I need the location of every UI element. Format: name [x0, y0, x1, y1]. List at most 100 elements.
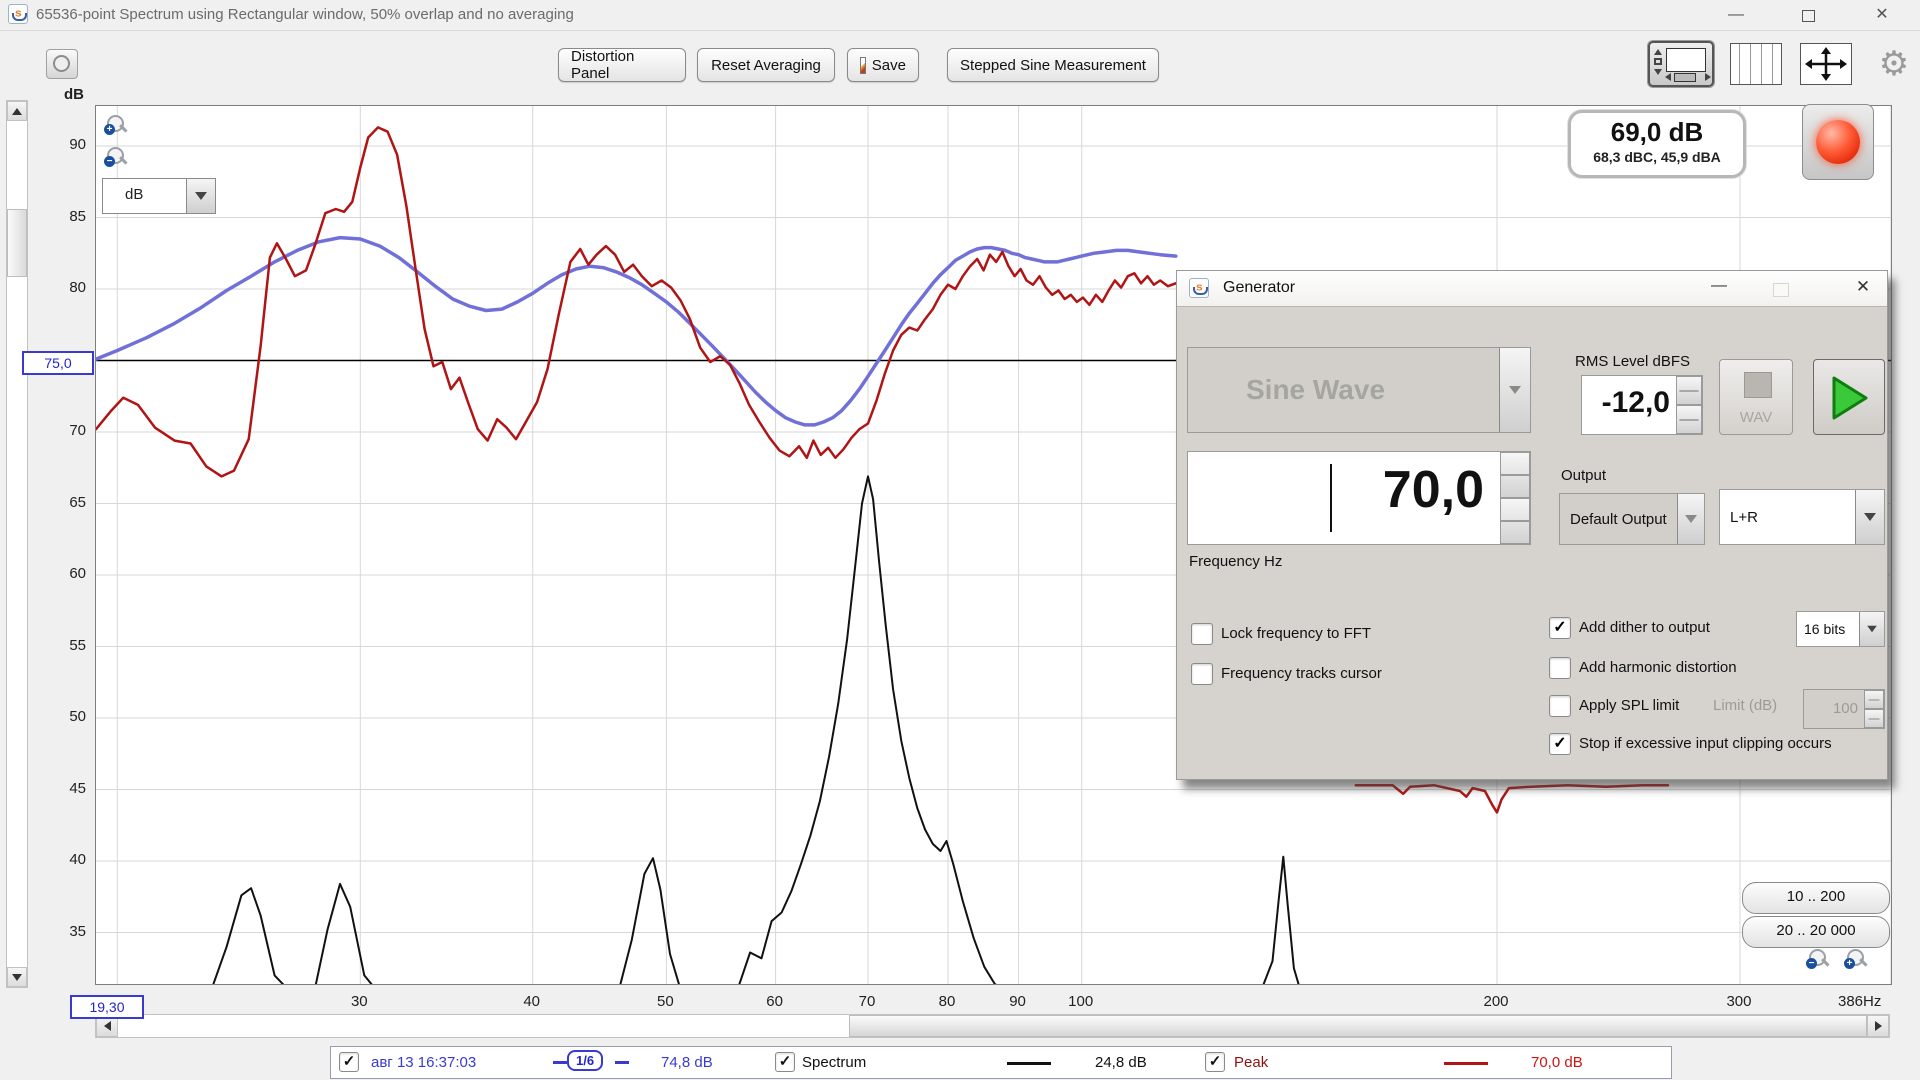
- tracks-cursor-checkbox[interactable]: [1191, 663, 1213, 685]
- stepped-sine-button[interactable]: Stepped Sine Measurement: [947, 48, 1159, 82]
- arrow-left-icon: [103, 1021, 111, 1031]
- zoom-in-y-icon[interactable]: +: [104, 114, 128, 138]
- generator-app-icon: s: [1189, 278, 1209, 298]
- y-tick-label: 35: [69, 922, 86, 940]
- generator-minimize-button[interactable]: —: [1701, 277, 1737, 295]
- frequency-field[interactable]: 70,0: [1187, 451, 1531, 545]
- rms-spin-down[interactable]: [1676, 405, 1702, 434]
- add-harmonic-checkbox[interactable]: [1549, 657, 1571, 679]
- limit-field[interactable]: 100: [1803, 689, 1885, 729]
- wav-button[interactable]: WAV: [1719, 359, 1793, 435]
- stop-clipping-checkbox[interactable]: ✓: [1549, 733, 1571, 755]
- vertical-scrollbar[interactable]: [6, 100, 28, 988]
- arrow-up-icon: [12, 107, 22, 115]
- generator-title-bar[interactable]: s Generator — ✕: [1177, 271, 1887, 307]
- arrow-right-icon: [1874, 1021, 1882, 1031]
- signal-type-value: Sine Wave: [1246, 374, 1386, 405]
- output-device-combo[interactable]: Default Output: [1559, 493, 1705, 545]
- limit-value: 100: [1832, 700, 1858, 717]
- close-button[interactable]: ✕: [1862, 4, 1902, 26]
- wav-label: WAV: [1739, 409, 1773, 426]
- spl-meter-sub: 68,3 dBC, 45,9 dBA: [1593, 149, 1721, 165]
- chevron-down-icon: [1867, 625, 1877, 633]
- output-channel-arrow[interactable]: [1855, 490, 1884, 544]
- scroll-down-button[interactable]: [7, 967, 27, 987]
- lock-fft-checkbox[interactable]: [1191, 623, 1213, 645]
- zoom-out-x-icon[interactable]: −: [1806, 948, 1830, 972]
- output-label: Output: [1561, 467, 1607, 484]
- zoom-in-x-icon[interactable]: +: [1844, 948, 1868, 972]
- app-title-bar: s 65536-point Spectrum using Rectangular…: [0, 0, 1920, 31]
- signal-type-arrow[interactable]: [1499, 348, 1530, 432]
- output-channel-combo[interactable]: L+R: [1719, 489, 1885, 545]
- trace2-checkbox[interactable]: ✓: [775, 1052, 795, 1072]
- lock-fft-label: Lock frequency to FFT: [1221, 625, 1372, 642]
- vertical-scroll-thumb[interactable]: [7, 209, 27, 277]
- x-tick-label: 386Hz: [1838, 993, 1882, 1010]
- settings-button[interactable]: ⚙: [1874, 42, 1914, 86]
- reset-averaging-button[interactable]: Reset Averaging: [697, 48, 835, 82]
- trace-legend-bar: ✓ авг 13 16:37:03 1/6 74,8 dB ✓ Spectrum…: [330, 1046, 1672, 1079]
- log-grid-button[interactable]: [1730, 42, 1782, 86]
- unit-selector[interactable]: dB: [102, 178, 216, 214]
- pan-mode-button[interactable]: [1800, 42, 1852, 86]
- frequency-label: Frequency Hz: [1189, 553, 1283, 570]
- dither-bits-combo[interactable]: 16 bits: [1796, 611, 1885, 647]
- dither-bits-arrow[interactable]: [1859, 612, 1884, 646]
- y-tick-label: 85: [69, 207, 86, 225]
- y-tick-label: 45: [69, 779, 86, 797]
- generator-window[interactable]: s Generator — ✕ Sine Wave RMS Level dBFS…: [1176, 270, 1888, 780]
- signal-type-combo[interactable]: Sine Wave: [1187, 347, 1531, 433]
- spectrum-view-button[interactable]: [1648, 41, 1714, 87]
- frequency-spin-up[interactable]: [1500, 452, 1530, 498]
- output-device-arrow[interactable]: [1677, 494, 1704, 544]
- trace2-label[interactable]: Spectrum: [802, 1054, 866, 1071]
- app-icon: s: [8, 4, 28, 24]
- minimize-button[interactable]: —: [1716, 4, 1756, 26]
- limit-spin-down[interactable]: [1864, 709, 1884, 728]
- restore-button[interactable]: [1788, 4, 1828, 26]
- rms-level-field[interactable]: -12,0: [1581, 375, 1703, 435]
- y-tick-label: 65: [69, 493, 86, 511]
- pan-arrows-icon: [1800, 43, 1852, 85]
- record-icon: [1816, 120, 1860, 164]
- trace3-label[interactable]: Peak: [1234, 1054, 1268, 1071]
- horizontal-scrollbar[interactable]: [95, 1014, 1890, 1038]
- x-tick-label: 80: [938, 993, 956, 1010]
- add-harmonic-label: Add harmonic distortion: [1579, 659, 1737, 676]
- trace1-smoothing-badge[interactable]: 1/6: [567, 1050, 604, 1071]
- snapshot-icon-button[interactable]: [46, 49, 78, 79]
- unit-selector-arrow[interactable]: [186, 179, 215, 213]
- generator-title: Generator: [1223, 279, 1296, 296]
- add-dither-checkbox[interactable]: ✓: [1549, 617, 1571, 639]
- y-tick-label: 40: [69, 851, 86, 869]
- range-button-10-200[interactable]: 10 .. 200: [1742, 882, 1890, 914]
- frequency-spin-down[interactable]: [1500, 498, 1530, 544]
- x-tick-label: 90: [1009, 993, 1026, 1010]
- y-tick-label: 90: [69, 136, 86, 154]
- gear-icon: ⚙: [1878, 45, 1910, 83]
- range-button-20-20000[interactable]: 20 .. 20 000: [1742, 916, 1890, 948]
- y-tick-label: 60: [69, 565, 86, 583]
- scroll-up-button[interactable]: [7, 101, 27, 121]
- trace1-checkbox[interactable]: ✓: [339, 1052, 359, 1072]
- generator-play-button[interactable]: [1813, 359, 1885, 435]
- generator-close-button[interactable]: ✕: [1845, 277, 1881, 297]
- x-tick-label: 200: [1483, 993, 1509, 1010]
- horizontal-scroll-thumb[interactable]: [849, 1015, 1867, 1037]
- apply-spl-checkbox[interactable]: [1549, 695, 1571, 717]
- zoom-out-y-icon[interactable]: −: [104, 146, 128, 170]
- generator-restore-button[interactable]: [1773, 283, 1789, 297]
- y-tick-label: 50: [69, 708, 86, 726]
- x-tick-label: 30: [350, 993, 368, 1010]
- x-tick-label: 60: [766, 993, 783, 1010]
- save-button[interactable]: Save: [847, 48, 919, 82]
- scroll-right-button[interactable]: [1867, 1015, 1889, 1037]
- rms-level-value: -12,0: [1601, 386, 1670, 419]
- rms-spin-up[interactable]: [1676, 376, 1702, 405]
- record-button[interactable]: [1802, 104, 1874, 180]
- distortion-panel-button[interactable]: Distortion Panel: [558, 48, 686, 82]
- trace1-label[interactable]: авг 13 16:37:03: [371, 1054, 476, 1071]
- limit-spin-up[interactable]: [1864, 690, 1884, 709]
- trace3-checkbox[interactable]: ✓: [1205, 1052, 1225, 1072]
